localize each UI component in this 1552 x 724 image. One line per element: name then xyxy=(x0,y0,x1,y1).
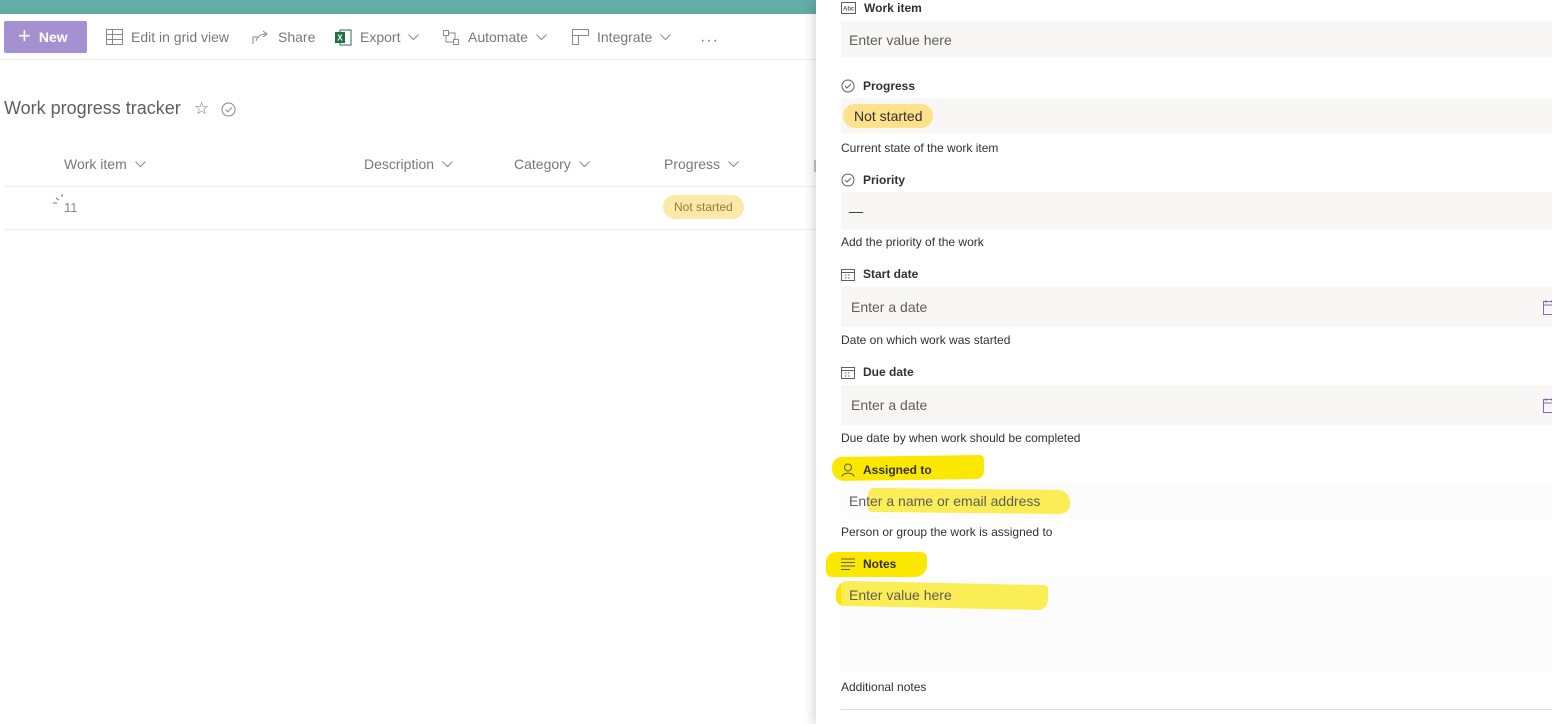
column-header-work-item[interactable]: Work item xyxy=(64,156,146,172)
chevron-down-icon xyxy=(536,33,547,40)
svg-text:X: X xyxy=(337,33,343,42)
progress-label-text: Progress xyxy=(863,79,916,93)
share-label: Share xyxy=(278,29,316,45)
start-date-input[interactable]: Enter a date xyxy=(841,287,1552,327)
new-button-label: New xyxy=(38,29,68,45)
excel-icon: X xyxy=(335,29,352,45)
new-button[interactable]: + New xyxy=(4,21,87,53)
automate-label: Automate xyxy=(468,29,528,45)
calendar-icon[interactable] xyxy=(1543,299,1552,315)
chevron-down-icon xyxy=(442,160,453,167)
chevron-down-icon xyxy=(578,160,590,167)
due-date-placeholder: Enter a date xyxy=(851,397,928,413)
svg-text:Abc: Abc xyxy=(843,7,855,13)
grid-icon xyxy=(106,29,123,45)
priority-label-text: Priority xyxy=(863,173,906,187)
edit-grid-view-label: Edit in grid view xyxy=(131,29,230,45)
start-date-placeholder: Enter a date xyxy=(851,299,928,315)
integrate-icon xyxy=(572,29,589,45)
automate-button[interactable]: Automate xyxy=(443,22,547,52)
page-title: Work progress tracker xyxy=(4,98,181,118)
automate-icon xyxy=(443,29,459,45)
edit-grid-view-button[interactable]: Edit in grid view xyxy=(106,22,229,52)
assigned-to-description: Person or group the work is assigned to xyxy=(841,525,1053,539)
work-item-label-text: Work item xyxy=(864,1,922,15)
multiline-icon xyxy=(841,558,855,570)
assigned-to-label-text: Assigned to xyxy=(863,463,932,477)
progress-field[interactable] xyxy=(841,98,1552,134)
header-divider xyxy=(4,186,816,187)
check-circle-icon[interactable] xyxy=(221,102,236,117)
edit-item-panel: Abc Work item Enter value here Progress … xyxy=(816,0,1552,724)
integrate-button[interactable]: Integrate xyxy=(572,22,672,52)
calendar-icon xyxy=(841,268,855,281)
column-header-label: Category xyxy=(514,156,571,172)
start-date-label-text: Start date xyxy=(863,267,919,281)
suite-header-bar xyxy=(0,0,820,14)
assigned-to-label: Assigned to xyxy=(841,463,932,477)
row-progress-badge: Not started xyxy=(663,195,744,219)
share-button[interactable]: Share xyxy=(252,22,315,52)
priority-description: Add the priority of the work xyxy=(841,235,984,249)
notes-textarea[interactable]: Enter value here xyxy=(841,577,1552,673)
priority-label: Priority xyxy=(841,173,905,187)
chevron-down-icon xyxy=(134,160,146,167)
column-header-progress[interactable]: Progress xyxy=(664,156,739,172)
due-date-input[interactable]: Enter a date xyxy=(841,385,1552,425)
work-item-input[interactable]: Enter value here xyxy=(841,22,1552,57)
column-header-label: Progress xyxy=(664,156,721,172)
column-header-description[interactable]: Description xyxy=(364,156,453,172)
priority-field[interactable]: — xyxy=(841,192,1552,229)
notes-label: Notes xyxy=(841,557,896,571)
due-date-label-text: Due date xyxy=(863,365,914,379)
choice-icon xyxy=(841,173,855,187)
text-field-icon: Abc xyxy=(841,2,856,14)
chevron-down-icon xyxy=(728,160,739,167)
column-header-label: Work item xyxy=(64,156,127,172)
progress-description: Current state of the work item xyxy=(841,141,999,155)
chevron-down-icon xyxy=(660,33,672,40)
start-date-label: Start date xyxy=(841,267,918,281)
column-header-label: Description xyxy=(364,156,435,172)
command-bar: + New Edit in grid view Share X Export A… xyxy=(0,14,816,60)
due-date-label: Due date xyxy=(841,365,914,379)
choice-icon xyxy=(841,79,855,93)
assigned-to-input[interactable]: Enter a name or email address xyxy=(841,483,1552,519)
due-date-description: Due date by when work should be complete… xyxy=(841,431,1081,445)
person-icon xyxy=(841,463,855,477)
work-item-label: Abc Work item xyxy=(841,1,922,15)
more-options-button[interactable]: ··· xyxy=(700,32,719,50)
share-icon xyxy=(252,30,268,44)
progress-value-badge[interactable]: Not started xyxy=(843,104,934,128)
row-divider xyxy=(4,229,816,230)
notes-description: Additional notes xyxy=(841,680,927,694)
chevron-down-icon xyxy=(408,33,420,40)
row-work-item-cell[interactable]: 11 xyxy=(64,200,78,215)
panel-divider xyxy=(841,709,1552,710)
calendar-icon xyxy=(841,366,855,379)
star-icon[interactable]: ☆ xyxy=(194,99,209,119)
export-label: Export xyxy=(360,29,401,45)
calendar-icon[interactable] xyxy=(1543,397,1552,413)
progress-label: Progress xyxy=(841,79,915,93)
plus-icon: + xyxy=(18,23,31,48)
export-button[interactable]: X Export xyxy=(335,22,420,52)
start-date-description: Date on which work was started xyxy=(841,333,1011,347)
notes-label-text: Notes xyxy=(863,557,897,571)
integrate-label: Integrate xyxy=(597,29,653,45)
column-header-category[interactable]: Category xyxy=(514,156,590,172)
